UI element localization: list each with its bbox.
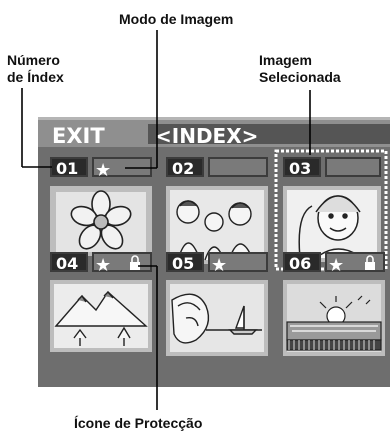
index-number-01: 01 xyxy=(56,159,78,178)
exit-label: EXIT xyxy=(52,124,105,148)
index-number-04: 04 xyxy=(56,254,78,273)
image-mode-star-04: ★ xyxy=(95,255,111,276)
thumbnail-03[interactable]: 03 xyxy=(274,149,388,271)
image-mode-star-05: ★ xyxy=(211,255,227,276)
index-label: <INDEX> xyxy=(155,124,258,148)
index-number-03: 03 xyxy=(289,159,311,178)
index-number-06: 06 xyxy=(289,254,311,273)
image-mode-star-06: ★ xyxy=(328,255,344,276)
thumbnail-04[interactable]: 04 ★ xyxy=(50,252,152,352)
thumbnail-05[interactable]: 05 ★ xyxy=(166,252,268,356)
index-screen-diagram: EXIT <INDEX> 01 ★ 02 03 04 ★ 05 ★ 06 ★ xyxy=(21,30,390,410)
index-number-05: 05 xyxy=(172,254,194,273)
image-mode-star-01: ★ xyxy=(95,160,111,181)
index-number-02: 02 xyxy=(172,159,194,178)
thumbnail-06[interactable]: 06 ★ xyxy=(283,252,385,356)
thumbnail-01[interactable]: 01 ★ xyxy=(50,157,152,256)
thumbnail-02[interactable]: 02 xyxy=(166,157,268,264)
